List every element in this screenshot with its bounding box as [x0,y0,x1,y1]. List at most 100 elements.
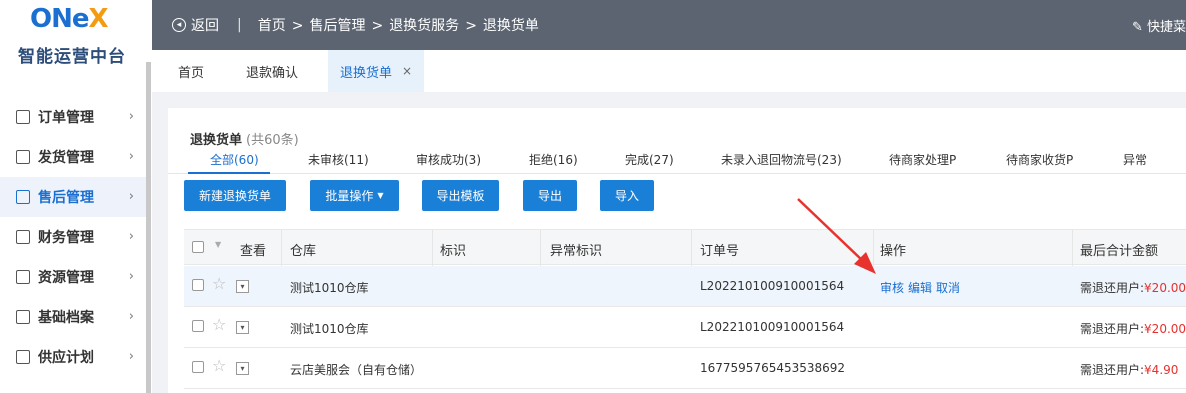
export-template-button[interactable]: 导出模板 [422,180,499,211]
tab-label: 退换货单 [340,65,393,81]
status-tab-unreviewed[interactable]: 未审核(11) [308,151,369,168]
sidebar-item-label: 供应计划 [38,350,94,366]
column-header-actions: 操作 [880,244,907,259]
column-header-abnormal: 异常标识 [550,244,603,259]
refund-label: 需退还用户: [1080,281,1145,295]
status-tab-merchant-receiving[interactable]: 待商家收货P [1006,151,1073,168]
chevron-down-icon[interactable]: ▼ [215,240,221,249]
status-tab-approved[interactable]: 审核成功(3) [416,151,481,168]
quick-menu-label: 快捷菜 [1146,20,1186,35]
status-tab-all[interactable]: 全部(60) [210,151,259,168]
chevron-right-icon: › [128,269,134,284]
warehouse-cell: 测试1010仓库 [290,322,369,336]
main-card: 退换货单 (共60条) 全部(60) 未审核(11) 审核成功(3) 拒绝(16)… [168,108,1186,393]
order-no-cell: 1677595765453538692 [700,361,846,375]
sidebar-item-finance[interactable]: 财务管理 › [0,217,146,257]
refund-label: 需退还用户: [1080,363,1145,377]
back-label: 返回 [191,18,219,34]
chevron-right-icon: > [371,18,384,34]
edit-link[interactable]: 编辑 [908,281,932,295]
select-all-checkbox[interactable] [192,241,204,253]
status-tabs: 全部(60) 未审核(11) 审核成功(3) 拒绝(16) 完成(27) 未录入… [168,144,1186,174]
warehouse-cell: 云店美服会（自有仓储） [290,363,423,377]
sidebar-item-label: 发货管理 [38,150,94,166]
onex-logo: ONeX [30,4,109,34]
table-row[interactable]: ☆ ▾ 云店美服会（自有仓储） 1677595765453538692 需退还用… [184,348,1186,389]
table-row[interactable]: ☆ ▾ 测试1010仓库 L202210100910001564 审核 编辑 取消 … [184,266,1186,307]
column-divider [432,230,433,266]
chevron-right-icon: › [128,109,134,124]
batch-operation-label: 批量操作 [325,189,374,203]
refund-cell: 需退还用户:¥4.90 [1080,361,1178,378]
batch-operation-button[interactable]: 批量操作 ▼ [310,180,399,211]
tab-return-order[interactable]: 退换货单 × [328,50,425,92]
pin-icon: ✎ [1131,20,1143,35]
breadcrumb: 首页 > 售后管理 > 退换货服务 > 退换货单 [258,15,539,35]
column-header-warehouse: 仓库 [290,244,317,259]
breadcrumb-home[interactable]: 首页 [258,18,286,34]
sidebar-item-after-sales[interactable]: 售后管理 › [0,177,146,217]
new-return-order-button[interactable]: 新建退换货单 [184,180,286,211]
close-icon[interactable]: × [402,64,412,78]
sidebar-item-label: 资源管理 [38,270,94,286]
review-link[interactable]: 审核 [880,281,904,295]
star-icon[interactable]: ☆ [212,274,226,293]
status-tab-rejected[interactable]: 拒绝(16) [529,151,578,168]
tab-refund-confirm[interactable]: 退款确认 [246,50,298,92]
sidebar-item-shipping[interactable]: 发货管理 › [0,137,146,177]
star-icon[interactable]: ☆ [212,315,226,334]
row-checkbox[interactable] [192,279,204,291]
sidebar-item-master-data[interactable]: 基础档案 › [0,297,146,337]
expand-icon[interactable]: ▾ [236,362,249,375]
finance-icon [16,230,30,244]
sidebar-item-label: 基础档案 [38,310,94,326]
column-divider [281,230,282,266]
tab-home[interactable]: 首页 [178,50,204,92]
row-checkbox[interactable] [192,320,204,332]
chevron-down-icon: ▼ [377,191,384,200]
sidebar-item-orders[interactable]: 订单管理 › [0,97,146,137]
order-list-icon [16,110,30,124]
order-no-cell: L202210100910001564 [700,320,845,334]
column-header-order-no: 订单号 [700,244,740,259]
star-icon[interactable]: ☆ [212,356,226,375]
table-row[interactable]: ☆ ▾ 测试1010仓库 L202210100910001564 需退还用户:¥… [184,307,1186,348]
resources-icon [16,270,30,284]
platform-name: 智能运营中台 [18,47,126,67]
status-tab-abnormal[interactable]: 异常 [1123,151,1147,168]
sidebar-item-resources[interactable]: 资源管理 › [0,257,146,297]
column-divider [873,230,874,266]
breadcrumb-return-service[interactable]: 退换货服务 [389,18,459,34]
cancel-link[interactable]: 取消 [936,281,960,295]
export-button[interactable]: 导出 [523,180,577,211]
divider: | [237,17,242,33]
column-divider [540,230,541,266]
status-tab-completed[interactable]: 完成(27) [625,151,674,168]
chevron-right-icon: › [128,189,134,204]
expand-icon[interactable]: ▾ [236,280,249,293]
sidebar-scrollbar[interactable] [146,62,151,393]
column-header-view: 查看 [240,244,267,259]
chevron-right-icon: › [128,349,134,364]
import-button[interactable]: 导入 [600,180,654,211]
tab-label: 首页 [178,65,205,81]
top-bar: ◂ 返回 | 首页 > 售后管理 > 退换货服务 > 退换货单 ✎ 快捷菜 [152,0,1186,50]
sidebar-item-label: 售后管理 [38,190,94,206]
table-header: ▼ 查看 仓库 标识 异常标识 订单号 操作 最后合计金额 [184,229,1186,266]
chevron-right-icon: › [128,309,134,324]
row-checkbox[interactable] [192,361,204,373]
sidebar-item-supply-plan[interactable]: 供应计划 › [0,337,146,377]
column-header-flag: 标识 [440,244,467,259]
status-tab-merchant-pending[interactable]: 待商家处理P [889,151,956,168]
supply-plan-icon [16,350,30,364]
column-header-total: 最后合计金额 [1080,244,1159,259]
tab-label: 退款确认 [246,65,299,81]
quick-menu-button[interactable]: ✎ 快捷菜 [1132,16,1186,35]
archive-icon [16,310,30,324]
back-button[interactable]: ◂ 返回 [172,15,219,35]
actions-cell: 审核 编辑 取消 [880,279,964,296]
breadcrumb-after-sales[interactable]: 售后管理 [309,18,365,34]
status-tab-no-tracking[interactable]: 未录入退回物流号(23) [721,151,842,168]
warehouse-cell: 测试1010仓库 [290,281,369,295]
expand-icon[interactable]: ▾ [236,321,249,334]
